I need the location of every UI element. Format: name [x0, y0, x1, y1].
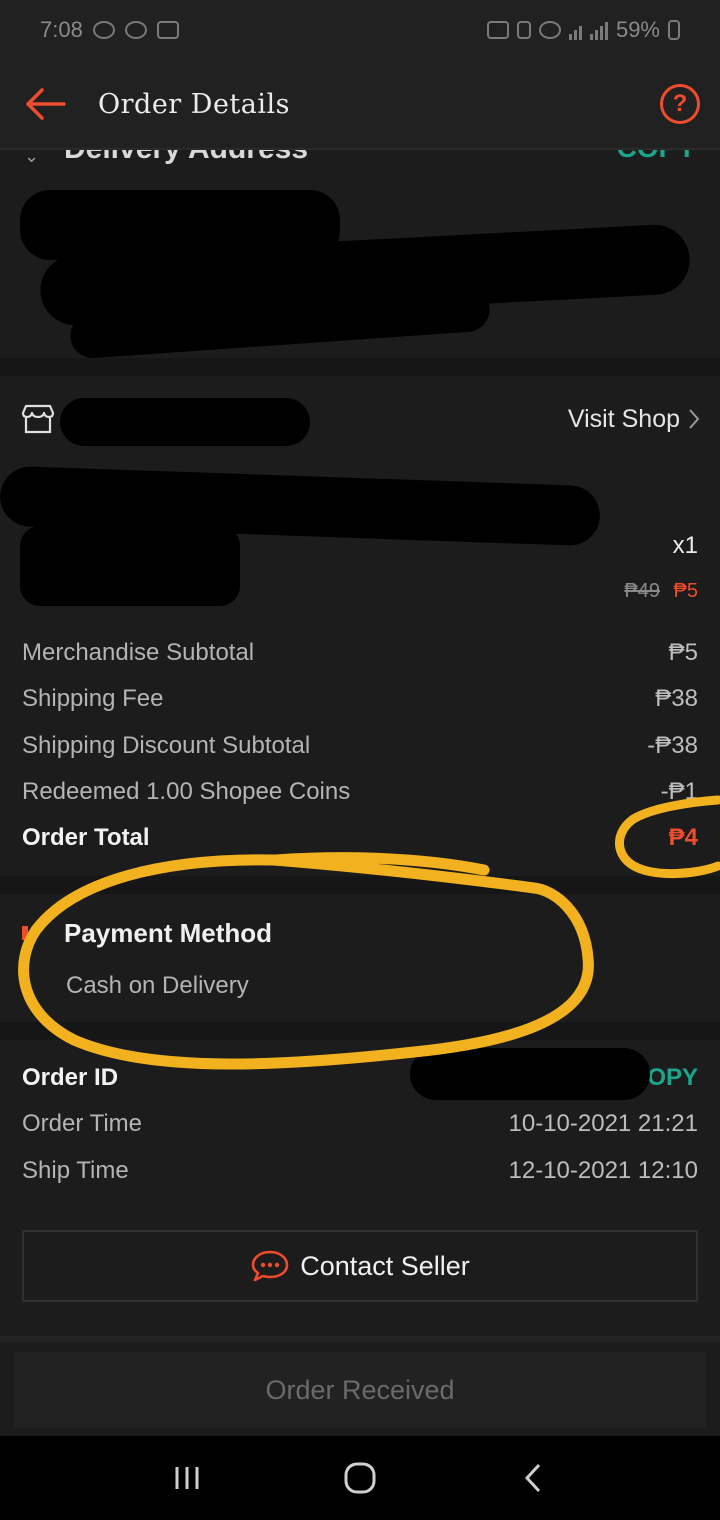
home-button[interactable] — [330, 1448, 390, 1508]
order-info-section: Order ID 2 COPY Order Time 10-10-2021 21… — [0, 1040, 720, 1330]
wifi-signal-icon — [568, 20, 582, 40]
help-button[interactable]: ? — [660, 84, 700, 124]
delivery-address-title: Delivery Address — [64, 148, 309, 165]
order-id-label: Order ID — [22, 1064, 119, 1091]
summary-row-shipping-fee: Shipping Fee ₱38 — [22, 679, 698, 719]
summary-value: ₱5 — [668, 639, 698, 666]
summary-value: -₱1 — [660, 778, 698, 805]
section-divider — [0, 876, 720, 894]
battery-saver-status-icon — [516, 21, 531, 39]
summary-row-shipping-discount: Shipping Discount Subtotal -₱38 — [22, 726, 698, 766]
payment-method-value: Cash on Delivery — [66, 972, 249, 999]
item-quantity: x1 — [672, 532, 698, 559]
order-time-value: 10-10-2021 21:21 — [508, 1110, 699, 1137]
summary-row-coins: Redeemed 1.00 Shopee Coins -₱1 — [22, 772, 698, 812]
status-time: 7:08 — [40, 17, 83, 42]
order-received-button[interactable]: Order Received — [14, 1352, 706, 1428]
summary-label: Shipping Fee — [22, 685, 164, 712]
redaction-scribble — [60, 398, 310, 446]
system-navigation-bar — [0, 1436, 720, 1520]
section-divider — [0, 1022, 720, 1040]
recent-apps-icon — [175, 1467, 199, 1489]
item-original-price: ₱49 — [624, 580, 660, 602]
order-total-value: ₱4 — [668, 824, 698, 851]
battery-icon — [668, 20, 680, 40]
shop-section: s Visit Shop x1 ₱49 ₱5 Merchandise Subto… — [0, 376, 720, 881]
payment-method-title: Payment Method — [64, 918, 273, 948]
page-title: Order Details — [98, 88, 290, 120]
alarm-status-icon — [538, 21, 561, 39]
image-status-icon — [156, 21, 179, 39]
bottom-action-bar: Order Received — [0, 1336, 720, 1436]
order-received-label: Order Received — [265, 1374, 455, 1405]
notification-status-icon — [124, 21, 147, 39]
summary-label: Redeemed 1.00 Shopee Coins — [22, 778, 351, 805]
chevron-right-icon — [689, 409, 700, 429]
settings-status-icon — [92, 21, 115, 39]
summary-label: Merchandise Subtotal — [22, 639, 255, 666]
ship-time-label: Ship Time — [22, 1157, 129, 1184]
order-details-screen: 7:08 59% Order Details ? ⌄ Delivery Addr… — [0, 0, 720, 1520]
payment-method-section: Payment Method Cash on Delivery — [0, 894, 720, 1022]
recent-apps-button[interactable] — [157, 1448, 217, 1508]
order-time-label: Order Time — [22, 1110, 143, 1137]
chat-bubble-icon — [251, 1250, 289, 1282]
order-total-label: Order Total — [22, 824, 150, 851]
redaction-scribble — [410, 1048, 650, 1100]
contact-seller-label: Contact Seller — [300, 1250, 470, 1281]
chevron-down-icon: ⌄ — [24, 148, 40, 166]
section-divider — [0, 358, 720, 376]
summary-label: Shipping Discount Subtotal — [22, 732, 311, 759]
payment-marker-icon — [22, 926, 28, 940]
contact-seller-button[interactable]: Contact Seller — [22, 1230, 698, 1302]
app-header: Order Details ? — [0, 60, 720, 148]
redaction-scribble — [20, 526, 240, 606]
status-bar: 7:08 59% — [0, 0, 720, 60]
ship-time-value: 12-10-2021 12:10 — [508, 1157, 699, 1184]
summary-value: -₱38 — [647, 732, 698, 759]
visit-shop-link[interactable]: Visit Shop — [568, 405, 700, 434]
battery-percent: 59% — [615, 17, 660, 42]
system-back-button[interactable] — [503, 1448, 563, 1508]
chevron-left-icon — [525, 1463, 541, 1493]
home-icon — [344, 1462, 376, 1494]
arrow-left-icon — [26, 88, 66, 120]
order-time-row: Order Time 10-10-2021 21:21 — [22, 1104, 698, 1144]
delivery-address-section: ⌄ Delivery Address COPY — [0, 148, 720, 358]
item-price: ₱5 — [673, 580, 698, 602]
store-icon — [21, 404, 55, 434]
summary-row-order-total: Order Total ₱4 — [22, 818, 698, 858]
key-status-icon — [486, 21, 509, 39]
summary-row-merchandise: Merchandise Subtotal ₱5 — [22, 633, 698, 673]
back-button[interactable] — [0, 60, 90, 148]
address-copy-button[interactable]: COPY — [617, 150, 696, 164]
ship-time-row: Ship Time 12-10-2021 12:10 — [22, 1151, 698, 1191]
question-circle-icon: ? — [672, 90, 688, 117]
visit-shop-label: Visit Shop — [567, 404, 680, 433]
summary-value: ₱38 — [655, 685, 698, 712]
cell-signal-icon — [589, 20, 608, 40]
